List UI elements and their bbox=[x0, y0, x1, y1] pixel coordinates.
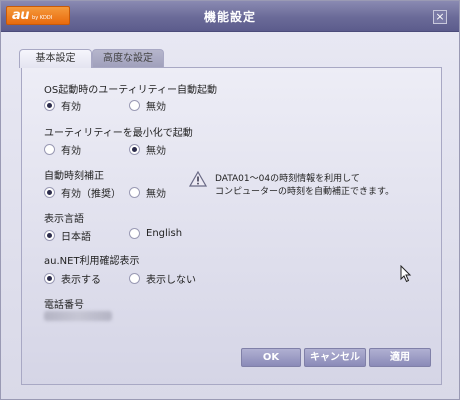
time-correction-enable-radio[interactable]: 有効（推奨） bbox=[44, 185, 121, 200]
radio-label: 無効 bbox=[146, 102, 166, 113]
phone-number-label: 電話番号 bbox=[44, 300, 84, 311]
radio-button[interactable] bbox=[129, 100, 140, 111]
autostart-label: OS起動時のユーティリティー自動起動 bbox=[44, 85, 218, 96]
ok-button[interactable]: OK bbox=[241, 348, 301, 367]
close-button[interactable]: × bbox=[433, 10, 447, 24]
radio-label: 無効 bbox=[146, 189, 166, 200]
minimized-label: ユーティリティーを最小化で起動 bbox=[44, 128, 193, 139]
time-correction-disable-radio[interactable]: 無効 bbox=[129, 185, 166, 200]
minimized-disable-radio[interactable]: 無効 bbox=[129, 142, 166, 157]
tab-advanced-settings[interactable]: 高度な設定 bbox=[92, 49, 164, 67]
cancel-button[interactable]: キャンセル bbox=[304, 348, 366, 367]
phone-number-value-redacted bbox=[44, 311, 112, 321]
radio-button[interactable] bbox=[44, 187, 55, 198]
radio-button[interactable] bbox=[44, 100, 55, 111]
radio-label: 日本語 bbox=[61, 232, 91, 243]
aunet-label: au.NET利用確認表示 bbox=[44, 256, 140, 267]
radio-button[interactable] bbox=[44, 144, 55, 155]
close-icon: × bbox=[435, 10, 445, 23]
radio-label: 有効（推奨） bbox=[61, 189, 121, 200]
radio-button[interactable] bbox=[129, 228, 140, 239]
time-correction-note-line1: DATA01～04の時刻情報を利用して bbox=[215, 174, 360, 184]
warning-icon bbox=[189, 171, 207, 187]
radio-label: English bbox=[146, 228, 183, 239]
settings-dialog: au by KDDI 機能設定 × 基本設定 高度な設定 OS起動時のユーティリ… bbox=[0, 0, 460, 400]
radio-button[interactable] bbox=[129, 144, 140, 155]
settings-panel bbox=[21, 67, 442, 385]
tab-basic-settings[interactable]: 基本設定 bbox=[19, 49, 92, 68]
radio-button[interactable] bbox=[44, 230, 55, 241]
time-correction-note-line2: コンピューターの時刻を自動補正できます。 bbox=[215, 187, 395, 197]
language-label: 表示言語 bbox=[44, 214, 84, 225]
aunet-hide-radio[interactable]: 表示しない bbox=[129, 271, 196, 286]
radio-label: 無効 bbox=[146, 146, 166, 157]
language-english-radio[interactable]: English bbox=[129, 228, 182, 239]
language-japanese-radio[interactable]: 日本語 bbox=[44, 228, 91, 243]
autostart-enable-radio[interactable]: 有効 bbox=[44, 98, 81, 113]
radio-button[interactable] bbox=[129, 187, 140, 198]
aunet-show-radio[interactable]: 表示する bbox=[44, 271, 101, 286]
radio-label: 有効 bbox=[61, 146, 81, 157]
autostart-disable-radio[interactable]: 無効 bbox=[129, 98, 166, 113]
window-title: 機能設定 bbox=[203, 10, 256, 24]
time-correction-label: 自動時刻補正 bbox=[44, 171, 104, 182]
radio-label: 表示しない bbox=[146, 275, 196, 286]
radio-button[interactable] bbox=[44, 273, 55, 284]
title-bar[interactable]: au by KDDI 機能設定 × bbox=[1, 1, 459, 32]
radio-label: 表示する bbox=[61, 275, 101, 286]
radio-button[interactable] bbox=[129, 273, 140, 284]
minimized-enable-radio[interactable]: 有効 bbox=[44, 142, 81, 157]
radio-label: 有効 bbox=[61, 102, 81, 113]
apply-button[interactable]: 適用 bbox=[369, 348, 431, 367]
mouse-cursor-icon bbox=[400, 265, 412, 283]
